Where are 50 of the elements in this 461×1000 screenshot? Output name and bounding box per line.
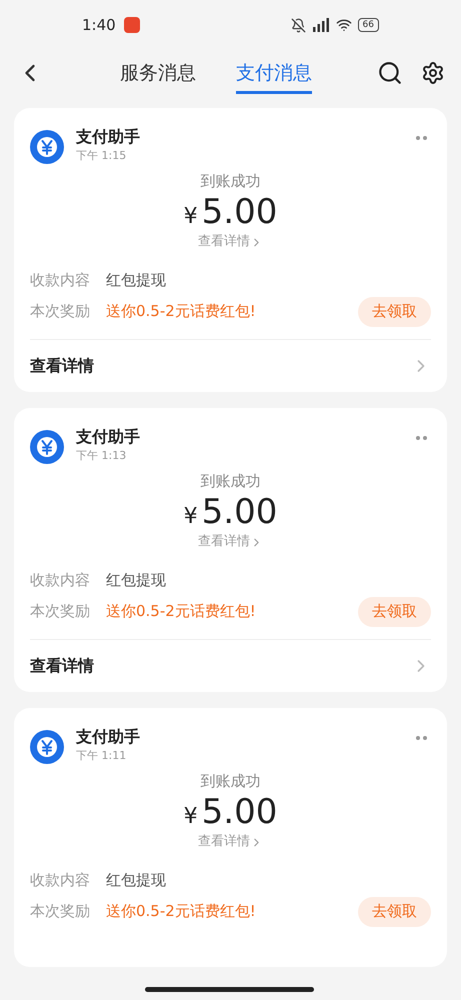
view-details-link[interactable]: 查看详情 [30, 340, 431, 392]
tab[interactable]: 服务消息 [120, 52, 196, 94]
row-label: 收款内容 [30, 870, 91, 892]
amount-text: 5.00 [202, 792, 278, 832]
sender-name: 支付助手 [76, 726, 141, 748]
claim-button[interactable]: 去领取 [358, 896, 431, 926]
sender-name: 支付助手 [76, 126, 141, 148]
row-value: 红包提现 [106, 570, 167, 592]
yuan-icon [30, 430, 64, 464]
row-label: 收款内容 [30, 270, 91, 292]
currency-symbol: ¥ [184, 503, 198, 531]
sender-name: 支付助手 [76, 426, 141, 448]
message-time: 下午 1:11 [76, 748, 128, 764]
row-label: 收款内容 [30, 570, 91, 592]
wifi-icon [336, 17, 352, 33]
status-text: 到账成功 [200, 771, 260, 792]
row-value: 送你0.5-2元话费红包! [106, 601, 257, 622]
view-details-link[interactable]: 查看详情 [30, 640, 431, 692]
status-text: 到账成功 [200, 171, 260, 192]
message-time: 下午 1:15 [76, 148, 128, 164]
detail-link[interactable]: 查看详情 [198, 233, 263, 251]
yuan-icon [30, 130, 64, 164]
claim-button[interactable]: 去领取 [358, 596, 431, 626]
message-time: 下午 1:13 [76, 448, 128, 464]
row-value: 红包提现 [106, 270, 167, 292]
row-label: 本次奖励 [30, 301, 91, 322]
search-button[interactable] [377, 60, 403, 86]
yuan-icon [30, 730, 64, 764]
settings-button[interactable] [421, 61, 445, 85]
claim-button[interactable]: 去领取 [358, 296, 431, 326]
currency-symbol: ¥ [184, 803, 198, 831]
tab[interactable]: 支付消息 [236, 52, 312, 94]
detail-link[interactable]: 查看详情 [198, 833, 263, 851]
row-value: 送你0.5-2元话费红包! [106, 901, 257, 922]
status-time: 1:40 [82, 14, 116, 36]
amount-text: 5.00 [202, 492, 278, 532]
row-value: 送你0.5-2元话费红包! [106, 301, 257, 322]
row-label: 本次奖励 [30, 601, 91, 622]
amount-text: 5.00 [202, 192, 278, 232]
battery-indicator: 66 [358, 18, 379, 32]
currency-symbol: ¥ [184, 203, 198, 231]
row-value: 红包提现 [106, 870, 167, 892]
settings-icon [421, 61, 445, 85]
status-text: 到账成功 [200, 471, 260, 492]
search-icon [377, 60, 403, 86]
mute-icon [290, 18, 306, 32]
detail-link[interactable]: 查看详情 [198, 533, 263, 551]
app-notification-icon [124, 17, 140, 33]
row-label: 本次奖励 [30, 901, 91, 922]
signal-icon [312, 18, 330, 32]
